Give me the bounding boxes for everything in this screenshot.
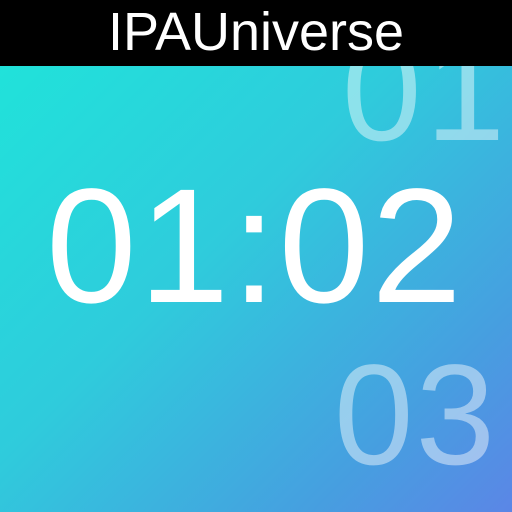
banner-title: IPAUniverse — [107, 2, 405, 62]
next-value: 03 — [334, 336, 498, 495]
title-banner: IPAUniverse — [0, 0, 512, 66]
current-time: 01:02 — [46, 154, 464, 337]
